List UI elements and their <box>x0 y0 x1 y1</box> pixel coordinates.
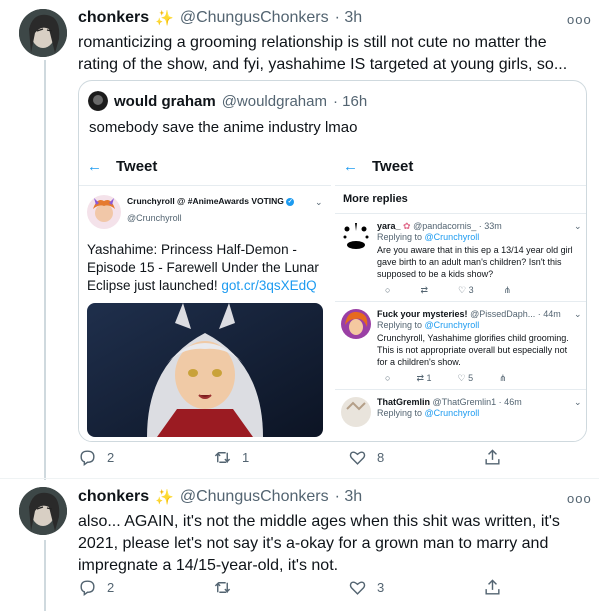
avatar[interactable] <box>19 9 67 57</box>
reply-button[interactable]: 2 <box>78 578 114 597</box>
quote-text: somebody save the anime industry lmao <box>89 119 358 136</box>
reply-header: yara_ ✿ @pandacornis_ · 33m <box>377 221 502 231</box>
verified-badge-icon: ✓ <box>286 197 295 206</box>
user-handle[interactable]: @ChungusChonkers <box>180 9 329 27</box>
chevron-down-icon[interactable]: ⌄ <box>315 197 323 208</box>
share-button[interactable] <box>483 578 502 597</box>
reply-icon[interactable]: ○ <box>385 285 390 296</box>
like-button[interactable]: 3 <box>348 578 384 597</box>
chevron-down-icon[interactable]: ⌄ <box>574 397 582 408</box>
quote-handle: @wouldgraham <box>221 92 327 110</box>
screenshot-header: ← Tweet <box>79 151 331 181</box>
avatar-image <box>19 9 67 57</box>
display-name[interactable]: chonkers <box>78 488 149 506</box>
divider <box>335 389 586 390</box>
reply-avatar <box>341 309 371 339</box>
reply-count: 2 <box>107 580 115 595</box>
timestamp[interactable]: · 3h <box>335 9 363 27</box>
reply-actions: ○ ⇄ ♡ 3 ⋔ <box>385 285 511 296</box>
like-icon[interactable]: ♡ 3 <box>458 285 474 296</box>
retweet-icon[interactable]: ⇄ <box>420 285 428 296</box>
replying-to: Replying to @Crunchyroll <box>377 320 480 330</box>
tweet-text: also... AGAIN, it's not the middle ages … <box>78 513 560 574</box>
divider <box>79 185 331 186</box>
episode-thumbnail[interactable] <box>87 303 323 437</box>
divider <box>335 213 586 214</box>
crunchyroll-text: Yashahime: Princess Half-Demon - Episode… <box>87 242 319 293</box>
replying-to: Replying to @Crunchyroll <box>377 408 480 418</box>
flower-icon: ✿ <box>403 221 411 231</box>
share-button[interactable] <box>483 448 502 467</box>
like-count: 3 <box>377 580 385 595</box>
left-screenshot[interactable]: ← Tweet Crunchyroll @ #AnimeAwards VOTIN… <box>79 151 331 441</box>
heart-icon <box>349 581 366 595</box>
reply-button[interactable]: 2 <box>78 448 114 467</box>
retweet-button[interactable] <box>213 578 242 597</box>
reply-header: ThatGremlin @ThatGremlin1 · 46m <box>377 397 522 407</box>
reply-icon <box>80 580 95 597</box>
reply-icon[interactable]: ○ <box>385 373 390 384</box>
reply-header: Fuck your mysteries! @PissedDaph... · 44… <box>377 309 561 319</box>
quote-timestamp: · 16h <box>332 92 368 110</box>
tweet-divider <box>0 478 599 479</box>
divider <box>335 185 586 186</box>
back-arrow-icon: ← <box>343 157 358 175</box>
divider <box>335 301 586 302</box>
heart-icon <box>349 451 366 465</box>
quote-display-name: would graham <box>114 92 216 110</box>
reply-text: Crunchyroll, Yashahime glorifies child g… <box>377 333 569 367</box>
share-icon <box>485 449 500 465</box>
right-screenshot[interactable]: ← Tweet More replies yara_ ✿ @pandacorni… <box>335 151 586 441</box>
reply-actions: ○ ⇄ 1 ♡ 5 ⋔ <box>385 373 507 384</box>
sparkles-icon: ✨ <box>155 10 174 27</box>
back-arrow-icon: ← <box>87 157 102 175</box>
screenshot-header-title: Tweet <box>116 157 158 175</box>
avatar-image <box>19 487 67 535</box>
display-name[interactable]: chonkers <box>78 9 149 27</box>
user-handle[interactable]: @ChungusChonkers <box>180 488 329 506</box>
tweet-text: romanticizing a grooming relationship is… <box>78 34 568 73</box>
retweet-icon <box>214 581 231 594</box>
retweet-count: 1 <box>242 450 250 465</box>
more-options-icon[interactable]: ooo <box>567 12 592 27</box>
reply-icon <box>80 450 95 467</box>
thread-line <box>44 60 46 480</box>
screenshot-header: ← Tweet <box>335 151 586 181</box>
share-icon[interactable]: ⋔ <box>504 285 512 296</box>
quote-avatar <box>88 91 108 111</box>
replying-to: Replying to @Crunchyroll <box>377 232 480 242</box>
reply-avatar <box>341 397 371 427</box>
reply-count: 2 <box>107 450 115 465</box>
crunchyroll-name: Crunchyroll @ #AnimeAwards VOTING ✓ <box>127 196 295 206</box>
thread-line <box>44 540 46 611</box>
reply-avatar <box>341 221 371 253</box>
reply-text: Are you aware that in this ep a 13/14 ye… <box>377 245 573 279</box>
more-options-icon[interactable]: ooo <box>567 491 592 506</box>
retweet-icon[interactable]: ⇄ 1 <box>416 373 431 384</box>
share-icon[interactable]: ⋔ <box>499 373 507 384</box>
like-count: 8 <box>377 450 385 465</box>
quoted-tweet[interactable]: would graham @wouldgraham · 16h somebody… <box>78 80 587 442</box>
sparkles-icon: ✨ <box>155 489 174 506</box>
chevron-down-icon[interactable]: ⌄ <box>574 221 582 232</box>
crunchyroll-handle: @Crunchyroll <box>127 213 182 223</box>
crunchyroll-avatar <box>87 195 121 229</box>
tweet2-header: chonkers ✨ @ChungusChonkers · 3h <box>78 488 362 506</box>
share-icon <box>485 579 500 595</box>
retweet-icon <box>214 451 231 464</box>
like-button[interactable]: 8 <box>348 448 384 467</box>
tweet1-header: chonkers ✨ @ChungusChonkers · 3h <box>78 9 362 27</box>
screenshot-header-title: Tweet <box>372 157 414 175</box>
like-icon[interactable]: ♡ 5 <box>458 373 474 384</box>
retweet-button[interactable]: 1 <box>213 448 249 467</box>
avatar[interactable] <box>19 487 67 535</box>
chevron-down-icon[interactable]: ⌄ <box>574 309 582 320</box>
more-replies-heading: More replies <box>343 193 408 205</box>
tweet-link[interactable]: got.cr/3qsXEdQ <box>221 278 316 293</box>
quote-header: would graham @wouldgraham · 16h <box>88 91 367 111</box>
timestamp[interactable]: · 3h <box>335 488 363 506</box>
